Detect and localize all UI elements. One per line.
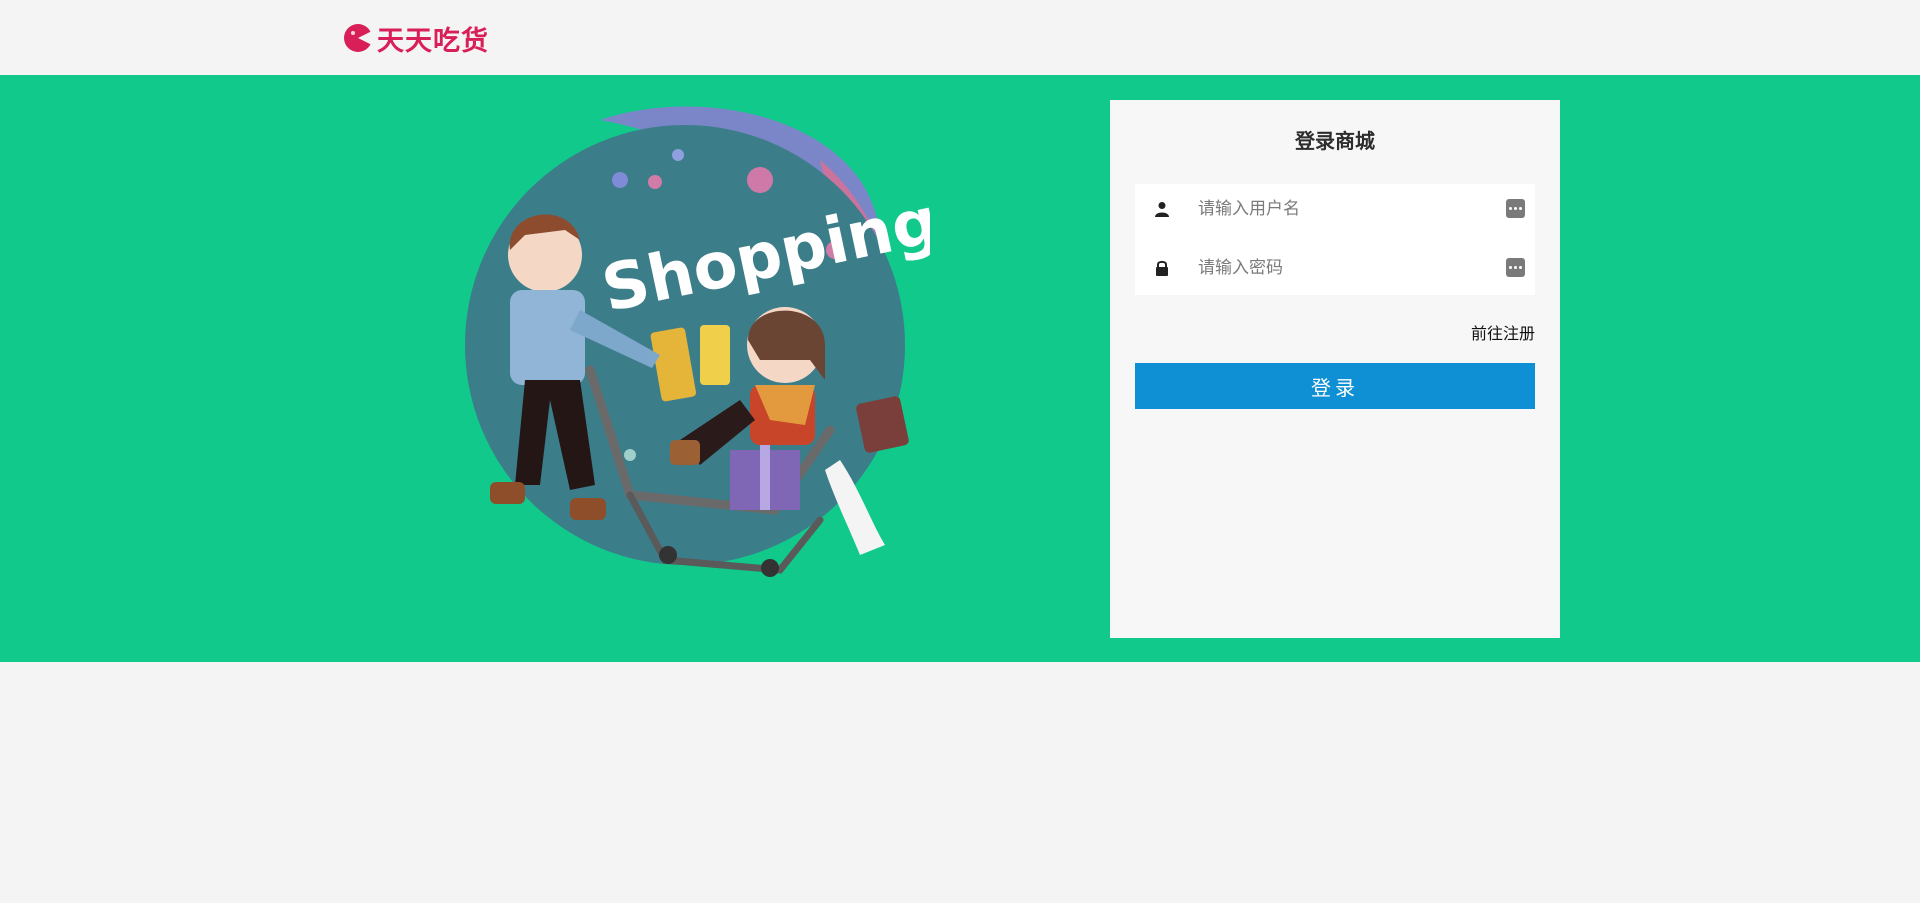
login-button[interactable]: 登录 bbox=[1135, 363, 1535, 409]
top-bar: 天天吃货 bbox=[0, 0, 1920, 75]
password-field bbox=[1135, 243, 1535, 293]
lock-icon bbox=[1152, 258, 1172, 278]
password-input[interactable] bbox=[1198, 258, 1498, 278]
brand-name: 天天吃货 bbox=[377, 25, 489, 57]
login-card: 登录商城 请输入用户名 前往注册 登录 bbox=[1110, 100, 1560, 638]
autofill-dots-icon[interactable] bbox=[1506, 199, 1525, 218]
brand-logo-icon bbox=[344, 24, 373, 52]
username-field bbox=[1135, 184, 1535, 234]
user-icon bbox=[1152, 199, 1172, 219]
login-form bbox=[1135, 184, 1535, 295]
shopping-illustration: Shopping bbox=[465, 106, 930, 577]
register-link[interactable]: 前往注册 bbox=[1471, 320, 1535, 344]
login-title: 登录商城 bbox=[1295, 129, 1375, 153]
autofill-dots-icon[interactable] bbox=[1506, 258, 1525, 277]
login-banner: Shopping 登录商城 请输入用户名 前往注册 登录 bbox=[0, 75, 1920, 662]
brand-logo[interactable]: 天天吃货 bbox=[343, 20, 489, 57]
username-input[interactable] bbox=[1198, 199, 1498, 219]
